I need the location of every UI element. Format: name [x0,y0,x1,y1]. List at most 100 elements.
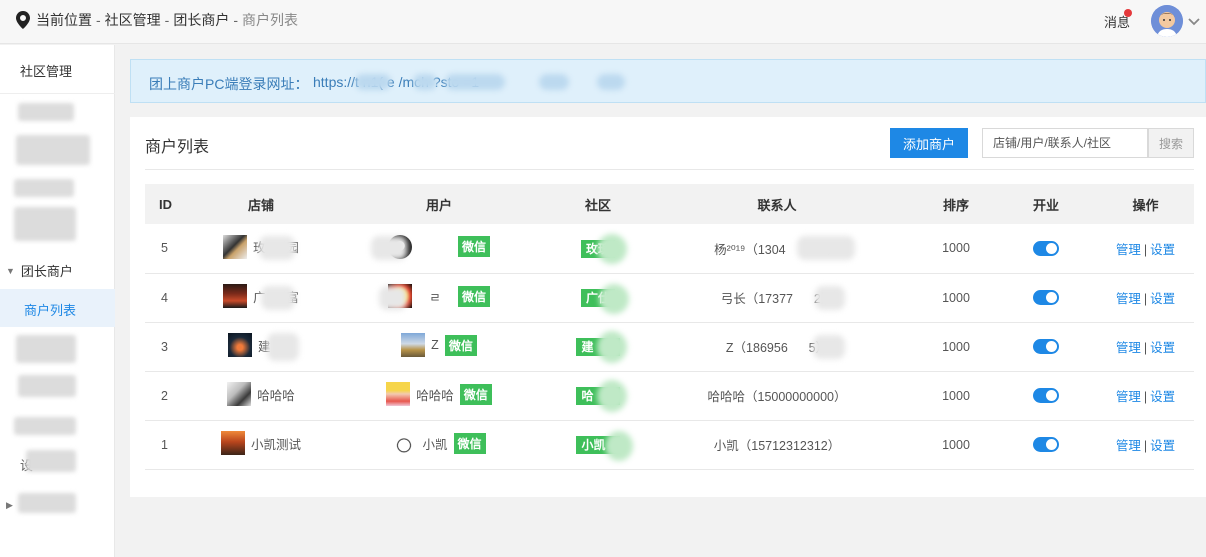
open-cell [995,420,1097,469]
breadcrumb-item-merchant[interactable]: 团长商户 [173,10,229,30]
wechat-tag: 微信 [453,432,486,454]
user-name: Z [431,338,439,352]
sidebar-item-label: 商户列表 [24,303,77,318]
open-toggle[interactable] [1033,437,1059,453]
sidebar-title[interactable]: 社区管理 [20,61,72,80]
redaction-mask [597,234,627,264]
user-name: ㄹ [429,290,441,305]
sidebar-group-merchant[interactable]: ▼ 团长商户 [6,261,73,280]
actions-cell: 管理 | 设置 [1097,224,1194,273]
manage-link[interactable]: 管理 [1116,292,1141,306]
open-cell [995,224,1097,273]
blurred-menu-item[interactable] [16,335,76,363]
shop-name[interactable]: 哈哈哈 [257,385,295,404]
shop-cell: 建 [203,322,319,371]
redaction-mask [445,74,505,90]
breadcrumb-item-community[interactable]: 社区管理 [105,10,161,30]
open-cell [995,273,1097,322]
community-cell: 广仕 [559,273,637,322]
manage-link[interactable]: 管理 [1116,243,1141,257]
redaction-mask [259,236,295,260]
shop-thumbnail [220,431,245,455]
sort-cell: 1000 [942,388,970,403]
blurred-menu-item[interactable] [14,417,76,435]
sort-cell: 1000 [942,339,970,354]
wechat-tag: 微信 [457,236,490,258]
merchant-panel: 商户列表 添加商户 搜索 ID 店铺 用户 社区 联系人 排序 开业 操作 5 [130,117,1206,497]
open-toggle[interactable] [1033,240,1059,256]
open-toggle[interactable] [1033,339,1059,355]
breadcrumb: 当前位置 - 社区管理 - 团长商户 - 商户列表 [16,10,298,30]
settings-link[interactable]: 设置 [1150,390,1175,404]
user-avatar[interactable] [1151,5,1183,37]
redaction-mask [597,379,627,412]
col-header-community: 社区 [584,197,611,213]
search-button[interactable]: 搜索 [1148,128,1194,158]
login-url-banner: 团上商户PC端登录网址： https://t n1( e /mch ?sto =… [130,59,1206,103]
action-separator: | [1143,439,1148,453]
open-cell [995,322,1097,371]
sort-cell: 1000 [942,290,970,305]
settings-link[interactable]: 设置 [1150,439,1175,453]
blurred-menu-item[interactable] [18,103,74,121]
shop-name[interactable]: 小凯测试 [251,434,301,453]
shop-thumbnail [227,382,252,406]
redaction-mask [597,74,625,90]
col-header-actions: 操作 [1132,197,1159,213]
action-separator: | [1143,292,1148,306]
blurred-menu-item[interactable] [18,375,76,397]
user-avatar-thumb [392,431,417,455]
user-cell: 微信 [319,224,559,273]
community-cell: 建 [559,322,637,371]
wechat-tag: 微信 [459,383,492,405]
blurred-menu-item[interactable] [14,207,76,241]
blurred-menu-item[interactable] [14,179,74,197]
table-row: 3 建 Z 微信 建 Z（186956 1000 管理 | 设置 [145,322,1194,371]
redaction-mask [597,330,627,363]
chevron-down-icon[interactable] [1187,14,1201,28]
sort-cell: 1000 [942,241,970,256]
blurred-menu-item[interactable] [26,450,76,472]
manage-link[interactable]: 管理 [1116,341,1141,355]
open-toggle[interactable] [1033,290,1059,306]
redaction-mask [797,236,855,260]
redaction-mask [355,74,391,90]
user-name: 哈哈哈 [416,388,454,403]
action-separator: | [1143,341,1148,355]
sidebar-item-merchant-list[interactable]: 商户列表 [0,289,115,327]
shop-cell: 广 富 [203,273,319,322]
shop-cell: 玫 园 [203,224,319,273]
sidebar-divider [0,93,115,94]
row-id: 4 [161,290,168,305]
redaction-mask [815,285,845,310]
col-header-sort: 排序 [942,197,969,213]
settings-link[interactable]: 设置 [1150,243,1175,257]
manage-link[interactable]: 管理 [1116,439,1141,453]
shop-thumbnail [223,234,248,259]
settings-link[interactable]: 设置 [1150,341,1175,355]
table-header-row: ID 店铺 用户 社区 联系人 排序 开业 操作 [145,184,1194,224]
caret-down-icon: ▼ [6,265,15,276]
banner-label: 团上商户PC端登录网址： [149,76,309,92]
location-pin-icon [16,11,30,29]
blurred-menu-item[interactable] [18,493,76,513]
merchant-table: ID 店铺 用户 社区 联系人 排序 开业 操作 5 玫 园 [145,184,1194,470]
row-id: 2 [161,388,168,403]
sidebar: 社区管理 ▼ 团长商户 商户列表 商 设 ▶ [0,45,115,557]
action-separator: | [1143,390,1148,404]
blurred-menu-item[interactable] [16,135,90,165]
user-cell: 哈哈哈 微信 [319,371,559,420]
settings-link[interactable]: 设置 [1150,292,1175,306]
contact-cell: 哈哈哈（15000000000） [707,390,847,404]
col-header-open: 开业 [1032,197,1059,213]
caret-right-icon[interactable]: ▶ [6,500,13,511]
table-row: 4 广 富 ㄹ 微信 广 [145,273,1194,322]
add-merchant-button[interactable]: 添加商户 [890,128,968,158]
search-input[interactable] [982,128,1148,158]
breadcrumb-sep: - [233,12,239,28]
avatar-icon [1151,5,1183,37]
user-name: 小凯 [422,437,448,452]
manage-link[interactable]: 管理 [1116,390,1141,404]
wechat-tag: 微信 [444,334,477,356]
open-toggle[interactable] [1033,388,1059,404]
